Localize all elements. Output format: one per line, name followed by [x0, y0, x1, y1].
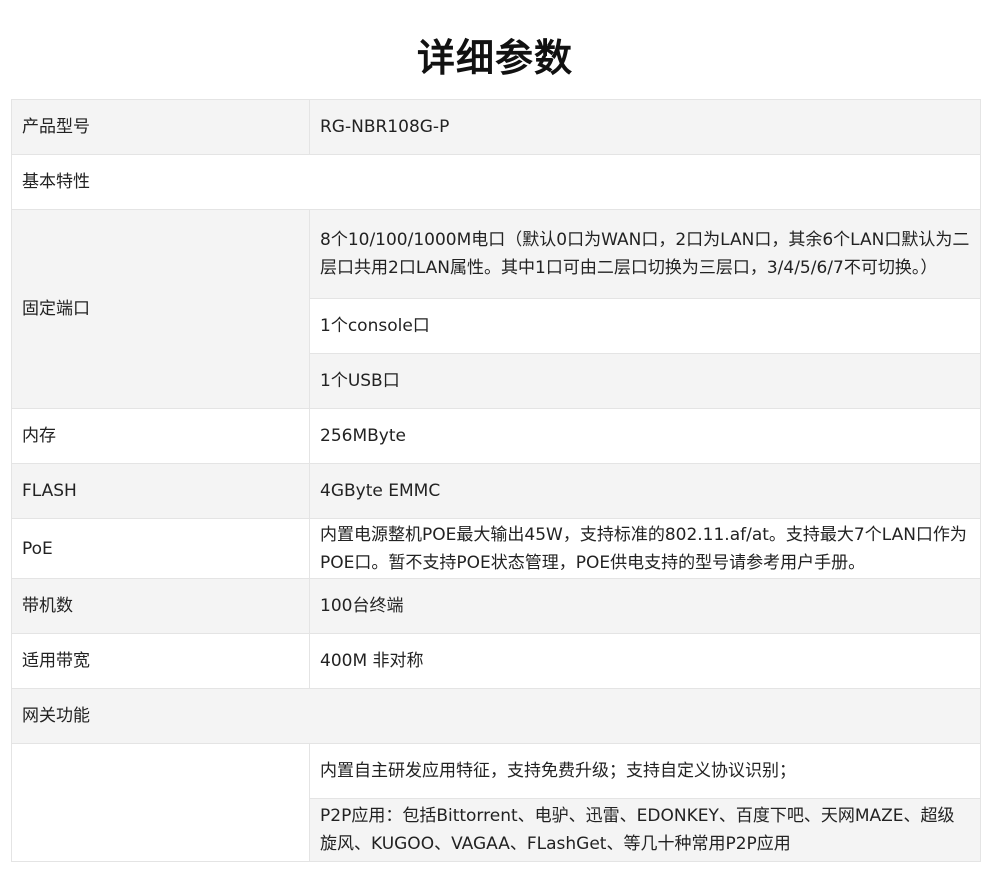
table-row: 适用带宽 400M 非对称: [11, 633, 981, 689]
row-value: 1个console口: [309, 298, 981, 354]
row-value: 1个USB口: [309, 353, 981, 409]
table-row: 内存 256MByte: [11, 408, 981, 464]
row-value: 256MByte: [309, 408, 981, 464]
table-row: 带机数 100台终端: [11, 578, 981, 634]
row-value: RG-NBR108G-P: [309, 99, 981, 155]
table-row: 产品型号 RG-NBR108G-P: [11, 99, 981, 155]
row-value: 内置自主研发应用特征，支持免费升级；支持自定义协议识别；: [309, 743, 981, 799]
section-label: 网关功能: [11, 688, 981, 744]
row-label: [11, 743, 310, 862]
row-label: FLASH: [11, 463, 310, 519]
page-title: 详细参数: [416, 36, 573, 80]
row-label: PoE: [11, 518, 310, 579]
table-row: PoE 内置电源整机POE最大输出45W，支持标准的802.11.af/at。支…: [11, 518, 981, 579]
table-row: FLASH 4GByte EMMC: [11, 463, 981, 519]
section-label: 基本特性: [11, 154, 981, 210]
row-label: 适用带宽: [11, 633, 310, 689]
row-value: 4GByte EMMC: [309, 463, 981, 519]
section-row: 网关功能: [11, 688, 981, 744]
row-value: 8个10/100/1000M电口（默认0口为WAN口，2口为LAN口，其余6个L…: [309, 209, 981, 299]
row-value: P2P应用：包括Bittorrent、电驴、迅雷、EDONKEY、百度下吧、天网…: [309, 798, 981, 862]
table-row: 固定端口 8个10/100/1000M电口（默认0口为WAN口，2口为LAN口，…: [11, 209, 981, 409]
row-value: 内置电源整机POE最大输出45W，支持标准的802.11.af/at。支持最大7…: [309, 518, 981, 579]
row-label: 带机数: [11, 578, 310, 634]
row-label: 固定端口: [11, 209, 310, 409]
spec-table: 产品型号 RG-NBR108G-P 基本特性 固定端口 8个10/100/100…: [11, 99, 981, 862]
row-label: 内存: [11, 408, 310, 464]
section-row: 基本特性: [11, 154, 981, 210]
row-value: 100台终端: [309, 578, 981, 634]
row-value: 400M 非对称: [309, 633, 981, 689]
row-label: 产品型号: [11, 99, 310, 155]
table-row: 内置自主研发应用特征，支持免费升级；支持自定义协议识别；: [11, 743, 981, 862]
